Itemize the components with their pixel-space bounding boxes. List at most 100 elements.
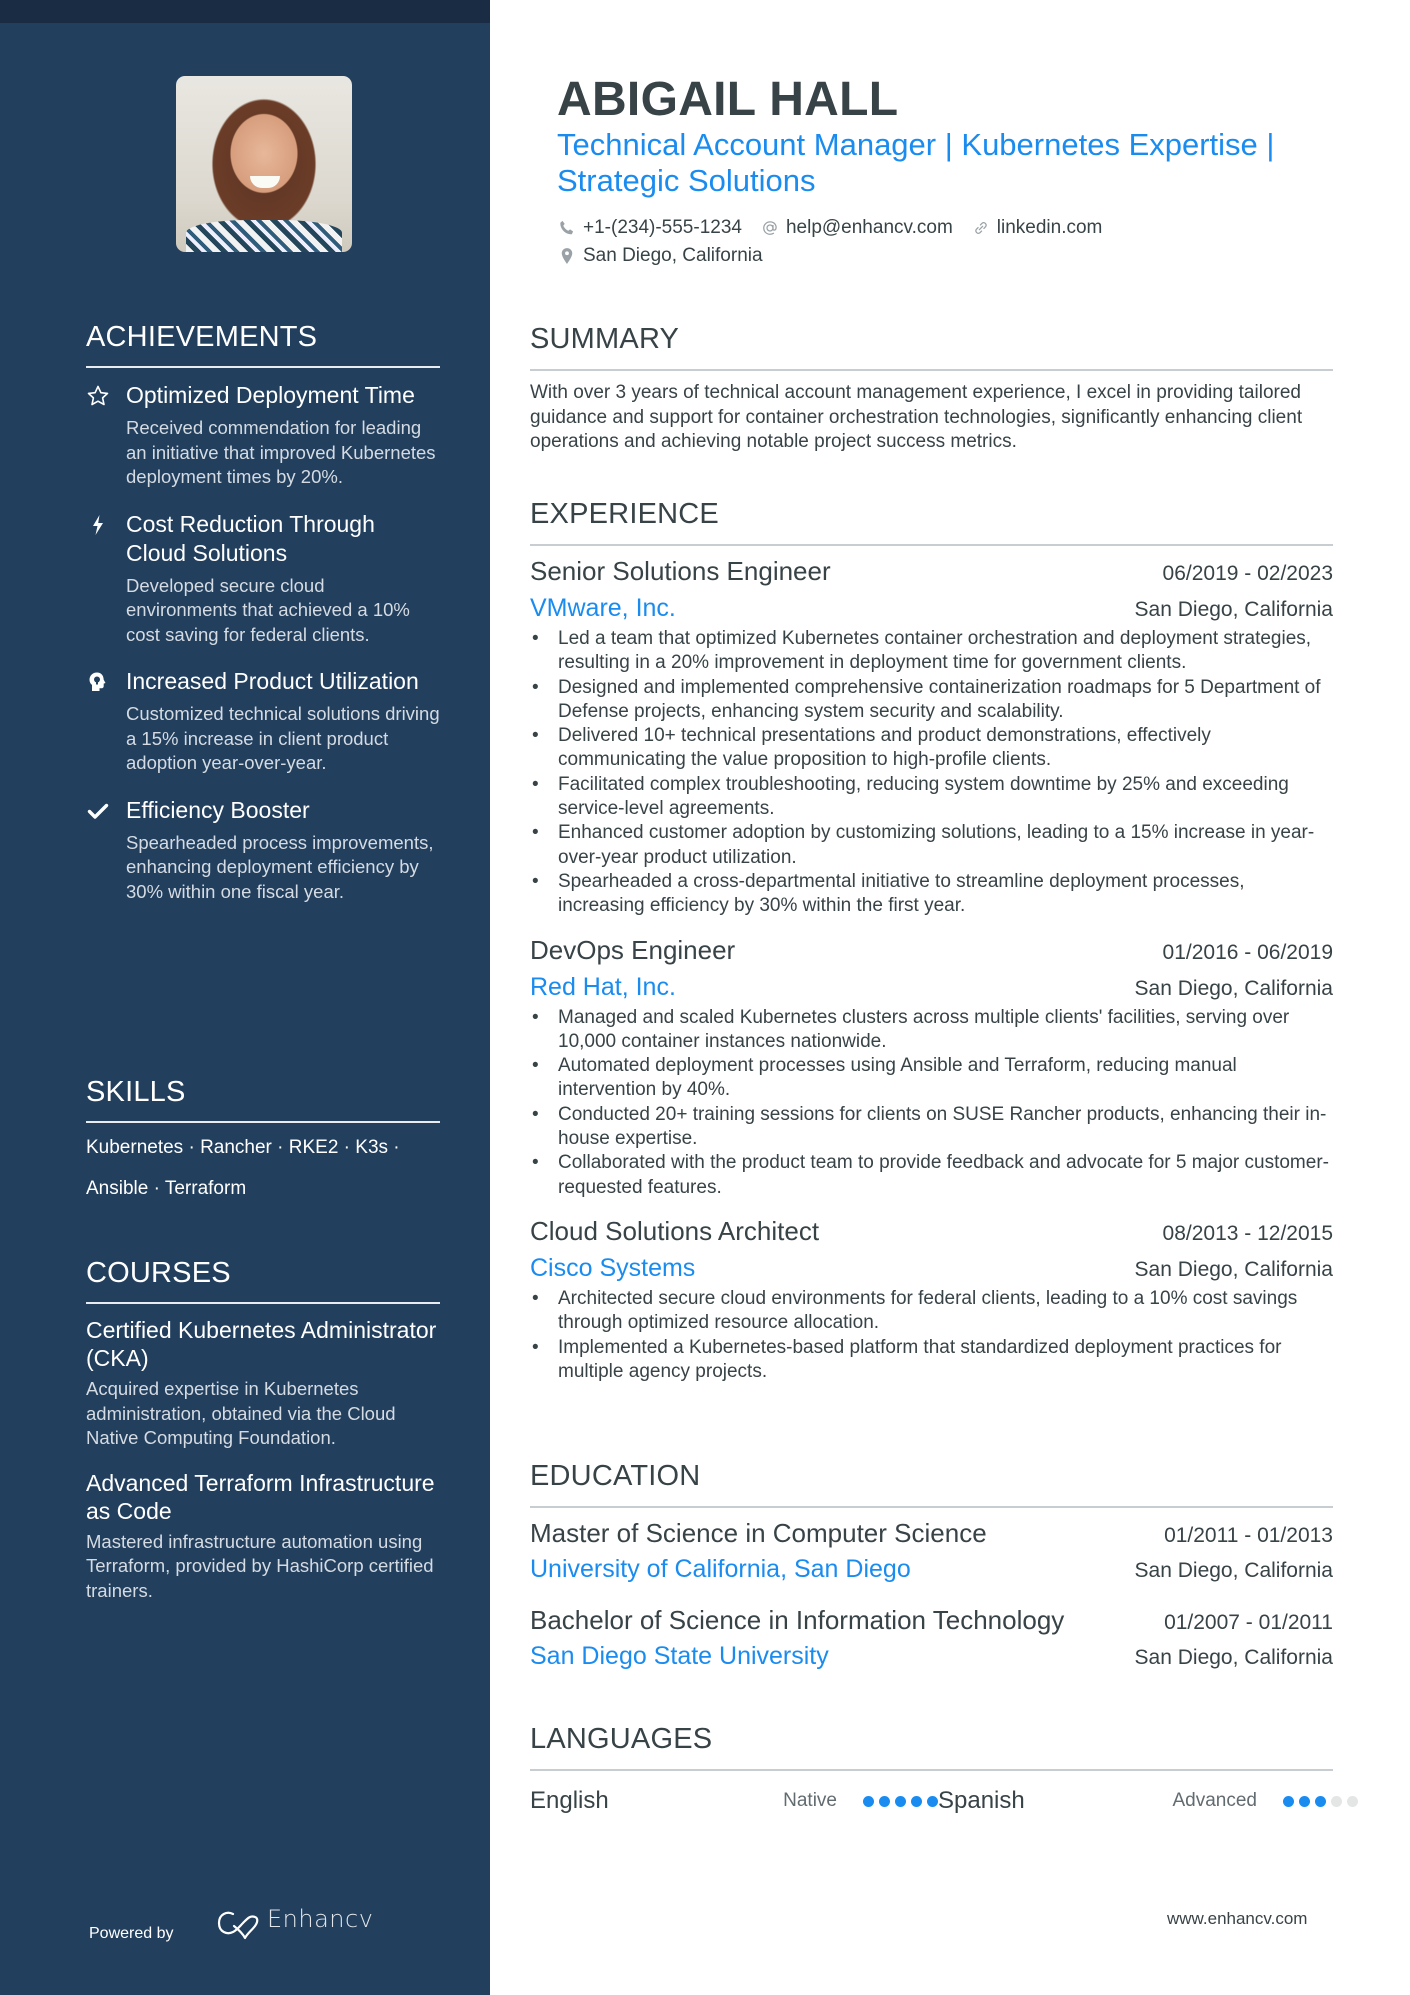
section-heading: SKILLS: [86, 1076, 186, 1108]
section-heading: COURSES: [86, 1257, 231, 1289]
rating-dot-filled: [1283, 1795, 1294, 1807]
rating-dot-filled: [1299, 1795, 1310, 1807]
location-contact: San Diego, California: [557, 242, 763, 270]
job-company[interactable]: Red Hat, Inc.: [530, 971, 676, 1003]
language-item: Spanish Advanced: [938, 1787, 1358, 1815]
divider: [86, 366, 440, 368]
language-rating: [1283, 1795, 1358, 1807]
achievement-title: Increased Product Utilization: [126, 668, 419, 694]
divider: [530, 369, 1333, 371]
achievement-description: Customized technical solutions driving a…: [126, 703, 440, 773]
skills-line: Kubernetes · Rancher · RKE2 · K3s ·: [86, 1137, 400, 1158]
job-location: San Diego, California: [1134, 976, 1333, 1000]
languages-list: English Native Spanish Advanced: [530, 1785, 1358, 1817]
achievement-description: Received commendation for leading an ini…: [126, 417, 436, 487]
education-entry: Master of Science in Computer Science 01…: [530, 1516, 1333, 1586]
photo-detail: [186, 220, 342, 252]
courses-section: COURSES Certified Kubernetes Administrat…: [86, 1256, 440, 1603]
achievement-item: Cost Reduction Through Cloud Solutions D…: [86, 510, 440, 648]
email-contact[interactable]: help@enhancv.com: [760, 214, 953, 242]
job-bullet: Managed and scaled Kubernetes clusters a…: [530, 1006, 1333, 1055]
job-bullet: Delivered 10+ technical presentations an…: [530, 724, 1333, 773]
job-company[interactable]: VMware, Inc.: [530, 592, 676, 624]
photo-detail: [250, 176, 280, 188]
language-level: Advanced: [1172, 1790, 1257, 1811]
link-icon: [975, 222, 987, 234]
language-name: English: [530, 1787, 609, 1814]
school[interactable]: San Diego State University: [530, 1639, 829, 1673]
divider: [530, 1769, 1333, 1771]
star-icon: [86, 384, 110, 408]
section-heading: LANGUAGES: [530, 1723, 713, 1755]
achievement-item: Efficiency Booster Spearheaded process i…: [86, 796, 440, 905]
languages-section: LANGUAGES English Native Spanish Advance…: [530, 1722, 1358, 1817]
divider: [86, 1302, 440, 1304]
job-bullet: Conducted 20+ training sessions for clie…: [530, 1103, 1333, 1152]
job-entry: DevOps Engineer 01/2016 - 06/2019 Red Ha…: [530, 933, 1333, 1200]
profile-photo: [176, 76, 352, 252]
rating-dot-filled: [911, 1795, 922, 1807]
job-bullet: Implemented a Kubernetes-based platform …: [530, 1336, 1333, 1385]
job-dates: 06/2019 - 02/2023: [1162, 562, 1333, 585]
job-entry: Cloud Solutions Architect 08/2013 - 12/2…: [530, 1214, 1333, 1384]
phone-contact[interactable]: +1-(234)-555-1234: [557, 214, 742, 242]
divider: [86, 1121, 440, 1123]
section-heading: SUMMARY: [530, 323, 680, 355]
job-bullet: Collaborated with the product team to pr…: [530, 1151, 1333, 1200]
website-link[interactable]: www.enhancv.com: [1167, 1909, 1307, 1929]
skills-section: SKILLS Kubernetes · Rancher · RKE2 · K3s…: [86, 1075, 440, 1209]
achievement-description: Spearheaded process improvements, enhanc…: [126, 831, 434, 902]
candidate-name: ABIGAIL HALL: [557, 73, 899, 126]
achievement-title: Cost Reduction Through Cloud Solutions: [126, 510, 375, 566]
job-company[interactable]: Cisco Systems: [530, 1252, 695, 1284]
degree: Master of Science in Computer Science: [530, 1518, 987, 1548]
course-item: Advanced Terraform Infrastructure as Cod…: [86, 1469, 440, 1604]
job-bullet: Spearheaded a cross-departmental initiat…: [530, 870, 1333, 919]
degree: Bachelor of Science in Information Techn…: [530, 1605, 1065, 1635]
course-title: Certified Kubernetes Administrator (CKA): [86, 1317, 437, 1371]
job-role: Senior Solutions Engineer: [530, 556, 831, 586]
rating-dot-filled: [895, 1795, 906, 1807]
language-name: Spanish: [938, 1787, 1025, 1814]
phone-icon: [560, 220, 574, 235]
job-bullet: Enhanced customer adoption by customizin…: [530, 821, 1333, 870]
job-dates: 08/2013 - 12/2015: [1162, 1221, 1333, 1245]
divider: [530, 544, 1333, 546]
job-dates: 01/2016 - 06/2019: [1162, 940, 1333, 964]
lightning-icon: [86, 513, 110, 537]
job-bullets: Managed and scaled Kubernetes clusters a…: [530, 1006, 1333, 1200]
course-description: Mastered infrastructure automation using…: [86, 1530, 434, 1601]
skills-line: Ansible · Terraform: [86, 1178, 247, 1199]
education-dates: 01/2007 - 01/2011: [1164, 1611, 1333, 1634]
summary-text: With over 3 years of technical account m…: [530, 382, 1303, 452]
divider: [530, 1506, 1333, 1508]
rating-dot-filled: [879, 1795, 890, 1807]
education-entry: Bachelor of Science in Information Techn…: [530, 1603, 1333, 1673]
candidate-title: Technical Account Manager | Kubernetes E…: [557, 127, 1275, 198]
school[interactable]: University of California, San Diego: [530, 1552, 911, 1586]
linkedin-contact[interactable]: linkedin.com: [971, 214, 1102, 242]
rating-dot-filled: [863, 1795, 874, 1807]
achievement-item: Optimized Deployment Time Received comme…: [86, 381, 440, 490]
job-bullet: Automated deployment processes using Ans…: [530, 1054, 1333, 1103]
head-bulb-icon: [86, 670, 110, 694]
summary-section: SUMMARY With over 3 years of technical a…: [530, 322, 1333, 455]
achievement-title: Efficiency Booster: [126, 796, 310, 823]
rating-dot-empty: [1347, 1795, 1358, 1807]
job-location: San Diego, California: [1134, 1257, 1333, 1281]
job-bullet: Led a team that optimized Kubernetes con…: [530, 627, 1333, 676]
experience-section: EXPERIENCE Senior Solutions Engineer 06/…: [530, 497, 1333, 1384]
course-description: Acquired expertise in Kubernetes adminis…: [86, 1378, 396, 1448]
education-location: San Diego, California: [1134, 1559, 1333, 1582]
job-role: Cloud Solutions Architect: [530, 1215, 820, 1246]
job-entry: Senior Solutions Engineer 06/2019 - 02/2…: [530, 554, 1333, 919]
sidebar: ACHIEVEMENTS Optimized Deployment Time R…: [0, 0, 490, 1995]
job-bullets: Architected secure cloud environments fo…: [530, 1287, 1333, 1384]
language-rating: [863, 1795, 938, 1807]
enhancv-brand: Enhancv: [267, 1905, 374, 1933]
education-section: EDUCATION Master of Science in Computer …: [530, 1459, 1333, 1673]
at-icon: [763, 221, 777, 235]
job-bullet: Designed and implemented comprehensive c…: [530, 676, 1333, 725]
rating-dot-empty: [1331, 1795, 1342, 1807]
checkmark-icon: [86, 799, 110, 823]
